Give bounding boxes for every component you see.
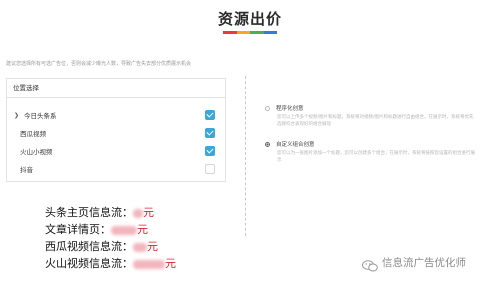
price-label: 火山视频信息流： (45, 257, 133, 270)
radio-unselected[interactable] (265, 105, 270, 111)
redacted-value (111, 225, 137, 235)
redacted-value (133, 259, 165, 269)
price-line: 文章详情页： 元 (45, 221, 176, 238)
price-line: 西瓜视频信息流： 元 (45, 238, 176, 255)
price-label: 西瓜视频信息流： (45, 240, 133, 253)
checkbox-unchecked[interactable] (205, 164, 215, 174)
placement-item-huoshan[interactable]: 火山小视频 (7, 142, 225, 160)
price-list: 头条主页信息流： 元 文章详情页： 元 西瓜视频信息流： 元 火山视频信息流： 元 (45, 204, 176, 272)
title-accent-bar (223, 31, 277, 34)
creative-option-custom[interactable]: 自定义组合创意 (265, 140, 315, 148)
checkbox-checked[interactable] (205, 128, 215, 138)
watermark-text: 信息流广告优化师 (382, 257, 466, 269)
placement-item-xigua[interactable]: 西瓜视频 (7, 124, 225, 142)
checkbox-checked[interactable] (205, 146, 215, 156)
chevron-right-icon[interactable]: ❯ (14, 112, 19, 119)
placement-label: 今日头条系 (24, 112, 57, 120)
creative-option-desc: 您可以上传多个视频/图片和标题，系统将对视频/图片和标题进行自由组合，在展示时，… (277, 115, 474, 127)
placement-item-douyin[interactable]: 抖音 (7, 160, 225, 178)
price-label: 文章详情页： (45, 223, 111, 236)
creative-option-label: 程序化创意 (276, 106, 304, 112)
placement-panel: 位置选择 ❯ 今日头条系 西瓜视频 火山小视频 抖音 (6, 78, 226, 182)
page-title: 资源出价 (217, 10, 282, 28)
section-divider (245, 76, 246, 236)
radio-selected[interactable] (265, 141, 270, 147)
price-unit: 元 (147, 240, 158, 253)
price-unit: 元 (143, 206, 154, 219)
price-line: 头条主页信息流： 元 (45, 204, 176, 221)
price-label: 头条主页信息流： (45, 206, 133, 219)
placement-label: 西瓜视频 (20, 130, 46, 138)
redacted-value (133, 208, 143, 218)
creative-option-programmatic[interactable]: 程序化创意 (265, 104, 304, 112)
watermark: 信息流广告优化师 (362, 255, 466, 271)
price-line: 火山视频信息流： 元 (45, 255, 176, 272)
creative-option-label: 自定义组合创意 (276, 142, 315, 148)
checkbox-checked[interactable] (205, 110, 215, 120)
creative-option-desc: 您可以为一张图片添加一个标题，您可以创建多个组合，在展示时，系统将按照您设置的组… (277, 151, 475, 163)
placement-label: 抖音 (20, 166, 33, 174)
placement-item-toutiao[interactable]: ❯ 今日头条系 (7, 106, 225, 124)
price-unit: 元 (137, 223, 148, 236)
placement-label: 火山小视频 (20, 148, 53, 156)
placement-panel-header: 位置选择 (7, 79, 225, 98)
redacted-value (133, 242, 147, 252)
price-unit: 元 (165, 257, 176, 270)
wechat-icon (362, 257, 378, 271)
placement-hint: 建议您选择所有可选广告位，否则会减少曝光人数，导致广告失去部分优质展示机会 (6, 61, 192, 67)
